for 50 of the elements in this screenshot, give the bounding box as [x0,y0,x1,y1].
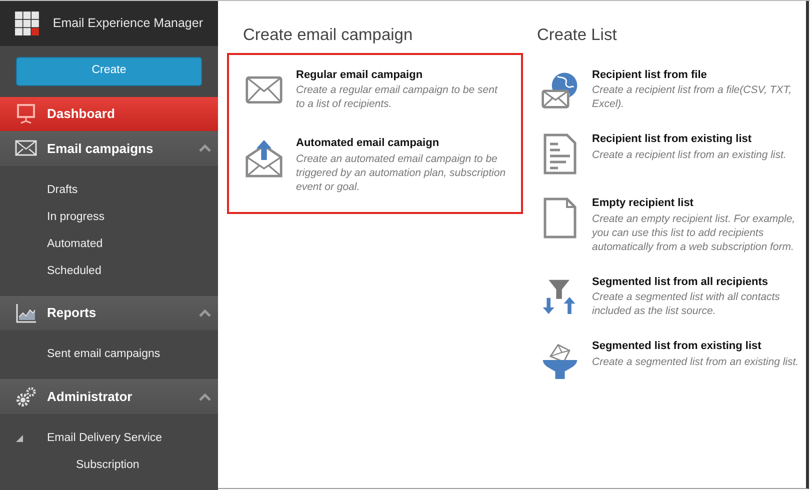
document-icon [542,133,578,176]
option-title: Empty recipient list [592,196,694,212]
nav-link[interactable]: Sent email campaigns [47,346,160,364]
option-description: Create a regular email campaign to be sent to a list of recipients. [296,83,499,112]
nav-item[interactable]: Dashboard [0,96,218,132]
app-logo-icon [15,8,39,38]
create-option[interactable]: Segmented list from all recipients Create a segmented list with all contacts included as the list source. [541,274,804,318]
create-option[interactable]: Empty recipient list Create an empty recipient list. For example, you can use this list to add recipients automatically from a web subscription form. [541,195,804,254]
option-description: Create an empty recipient list. For example, you can use this list to add recipients automatically from a web subscription form. [592,212,796,254]
option-description: Create an automated email campaign to be triggered by an automation plan, subscription event or goal. [296,152,507,194]
chevron-up-icon[interactable] [199,309,211,318]
option-title: Recipient list from file [592,68,708,83]
app-title: Email Experience Manager [52,14,203,32]
section-title: Create List [537,25,618,46]
create-option[interactable]: Regular email campaign Create a regular email campaign to be sent to a list of recipients. [245,66,513,112]
nav-section-header[interactable]: Email campaigns [0,131,218,166]
nav-label: Dashboard [47,105,116,124]
nav-label: Reports [47,304,98,322]
nav-link[interactable]: Automated [47,236,103,253]
option-description: Create a segmented list with all contacts included as the list source. [592,290,781,318]
option-title: Segmented list from existing list [592,339,762,354]
option-title: Automated email campaign [296,136,440,152]
option-title: Regular email campaign [296,68,424,83]
nav-link[interactable]: Scheduled [47,262,102,280]
create-option[interactable]: Recipient list from file Create a recipient list from a file(CSV, TXT, Excel). [541,66,804,112]
nav-link[interactable]: Email Delivery Service [47,430,162,448]
create-option[interactable]: Automated email campaign Create an automated email campaign to be triggered by an automation plan, subscription event or goal. [245,135,513,194]
gears-icon [15,386,37,408]
nav-link[interactable]: Subscription [76,456,140,474]
option-description: Create a recipient list from an existing list. [592,148,788,162]
option-description: Create a recipient list from a file(CSV, TXT, Excel). [592,83,793,112]
nav-link[interactable]: Drafts [47,182,78,199]
option-title: Recipient list from existing list [592,132,753,148]
nav-label: Email campaigns [47,140,154,158]
chevron-up-icon[interactable] [199,144,211,152]
chevron-up-icon[interactable] [199,392,211,401]
presentation-board-icon [15,102,37,125]
line-chart-icon [15,303,37,324]
nav-section-header[interactable]: Administrator [0,379,218,414]
envelope-icon [15,140,37,156]
blank-document-icon [542,197,578,240]
nav-section-header[interactable]: Reports [0,296,218,330]
nav-link[interactable]: In progress [47,208,105,226]
create-option[interactable]: Recipient list from existing list Create a recipient list from an existing list. [541,131,804,176]
section-title: Create email campaign [242,25,414,46]
option-title: Segmented list from all recipients [592,274,770,290]
nav-label: Administrator [47,388,134,406]
create-option[interactable]: Segmented list from existing list Create a segmented list from an existing list. [541,338,804,382]
option-description: Create a segmented list from an existing list. [592,354,800,369]
expanded-triangle-icon[interactable] [16,434,23,442]
